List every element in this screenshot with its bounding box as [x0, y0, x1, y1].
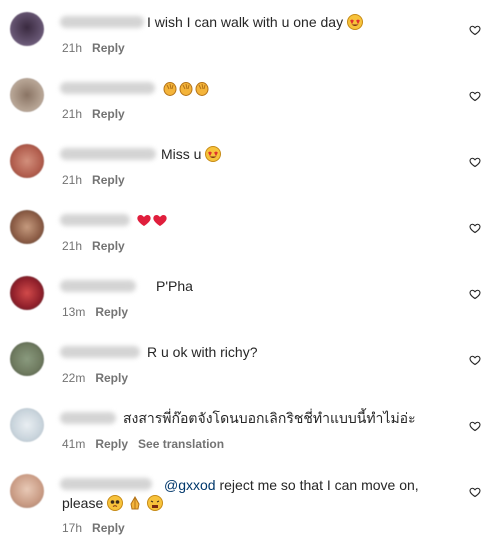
heart-icon[interactable] [469, 90, 481, 102]
comment-text [136, 211, 168, 229]
star-struck-emoji-icon [347, 14, 363, 30]
comment-meta: 41m Reply See translation [62, 437, 234, 451]
username[interactable] [60, 478, 152, 490]
avatar[interactable] [10, 78, 44, 112]
star-struck-emoji-icon [205, 146, 222, 162]
heart-icon[interactable] [469, 486, 481, 498]
avatar[interactable] [10, 144, 44, 178]
mention-link[interactable]: @gxxod [164, 477, 216, 493]
reply-button[interactable]: Reply [92, 239, 125, 253]
comment-text [162, 79, 210, 97]
reply-button[interactable]: Reply [92, 107, 125, 121]
heart-icon[interactable] [469, 24, 481, 36]
folded-hands-emoji-icon [130, 495, 140, 510]
red-heart-emoji-icon [153, 215, 167, 226]
comment-meta: 22m Reply [62, 371, 138, 385]
heart-icon[interactable] [469, 354, 481, 366]
reply-button[interactable]: Reply [92, 41, 125, 55]
reply-button[interactable]: Reply [92, 173, 125, 187]
avatar[interactable] [10, 12, 44, 46]
clap-emoji-icon [179, 82, 193, 96]
timestamp: 22m [62, 371, 86, 385]
comment-meta: 21h Reply [62, 239, 135, 253]
comment-text: P'Pha [156, 278, 193, 294]
username[interactable] [60, 16, 144, 28]
comment-text: I wish I can walk with u one day [147, 13, 363, 31]
red-heart-emoji-icon [137, 215, 151, 226]
reply-button[interactable]: Reply [95, 305, 128, 319]
timestamp: 13m [62, 305, 86, 319]
reply-button[interactable]: Reply [95, 437, 128, 451]
comment-meta: 21h Reply [62, 107, 135, 121]
timestamp: 21h [62, 173, 83, 187]
username[interactable] [60, 148, 156, 160]
timestamp: 21h [62, 41, 83, 55]
avatar[interactable] [10, 210, 44, 244]
username[interactable] [60, 214, 130, 226]
avatar[interactable] [10, 474, 44, 508]
timestamp: 17h [62, 521, 83, 535]
avatar[interactable] [10, 276, 44, 310]
heart-icon[interactable] [469, 156, 481, 168]
comment-text: Miss u [161, 145, 222, 163]
reply-button[interactable]: Reply [95, 371, 128, 385]
clap-emoji-icon [195, 82, 209, 96]
username[interactable] [60, 412, 116, 424]
timestamp: 21h [62, 239, 83, 253]
heart-icon[interactable] [469, 288, 481, 300]
clap-emoji-icon [163, 82, 177, 96]
username[interactable] [60, 82, 155, 94]
see-translation-button[interactable]: See translation [138, 437, 224, 451]
comment-text: R u ok with richy? [147, 344, 258, 360]
comment-meta: 21h Reply [62, 173, 135, 187]
username[interactable] [60, 346, 140, 358]
comment-text: @gxxod reject me so that I can move on, [164, 477, 419, 493]
weary-face-emoji-icon [146, 495, 163, 511]
avatar[interactable] [10, 342, 44, 376]
username[interactable] [60, 280, 136, 292]
heart-icon[interactable] [469, 420, 481, 432]
comment-text-line-2: please [62, 494, 163, 512]
heart-icon[interactable] [469, 222, 481, 234]
comment-text: สงสารพี่ก๊อตจังโดนบอกเลิกริชชี่ทำแบบนี้ท… [123, 410, 416, 426]
reply-button[interactable]: Reply [92, 521, 125, 535]
comment-meta: 21h Reply [62, 41, 135, 55]
timestamp: 21h [62, 107, 83, 121]
comment-meta: 17h Reply [62, 521, 135, 535]
pleading-face-emoji-icon [107, 495, 124, 511]
comment-meta: 13m Reply [62, 305, 138, 319]
timestamp: 41m [62, 437, 86, 451]
avatar[interactable] [10, 408, 44, 442]
